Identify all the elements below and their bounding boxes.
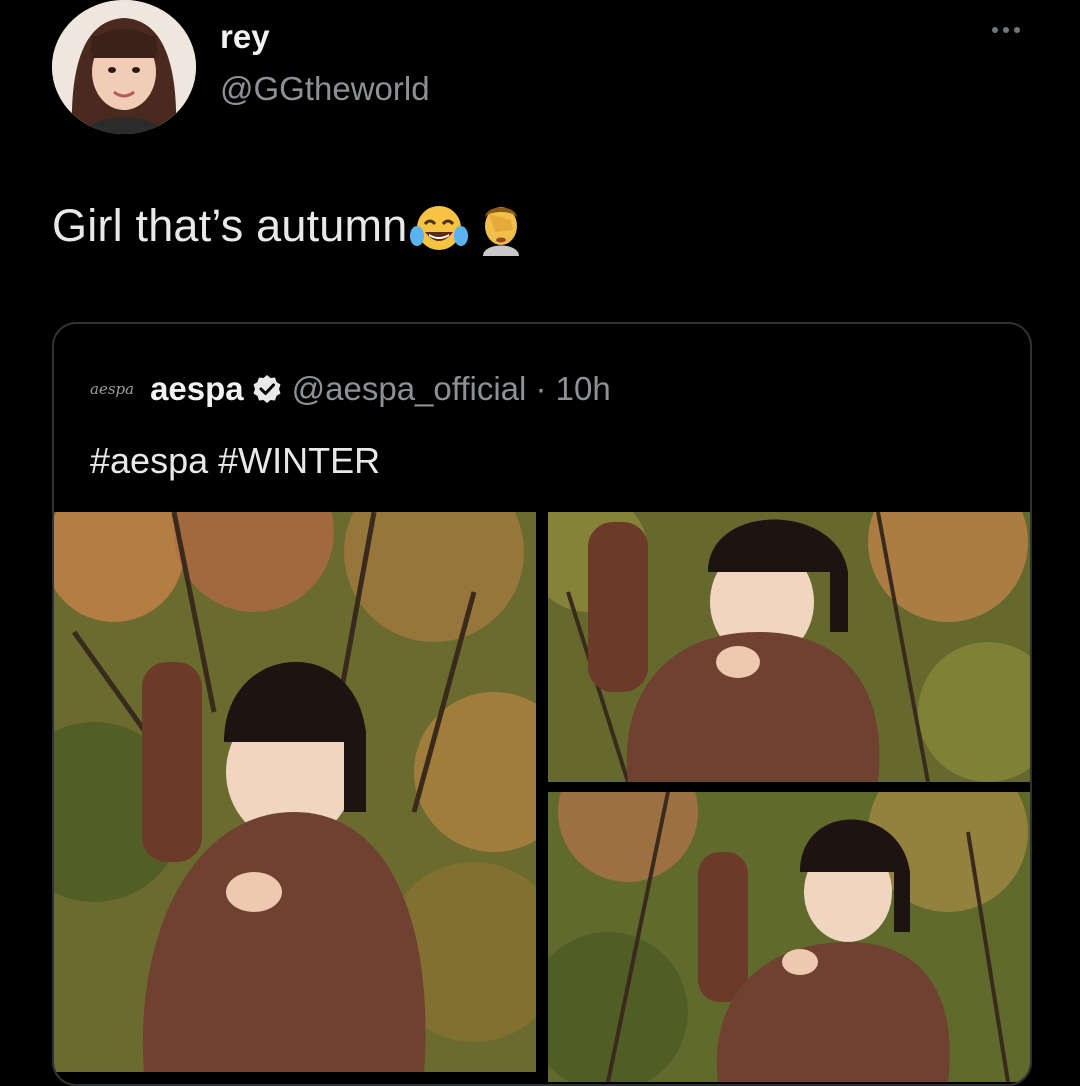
- tweet-text-row: Girl that’s autumn: [52, 196, 531, 256]
- face-with-tears-of-joy-icon: [410, 206, 469, 250]
- photo-2[interactable]: [548, 512, 1030, 782]
- quoted-text[interactable]: #aespa #WINTER: [90, 440, 380, 482]
- quoted-tweet[interactable]: aespa aespa @aespa_official · 10h #aespa…: [52, 322, 1032, 1086]
- quoted-handle-time[interactable]: @aespa_official · 10h: [292, 370, 611, 408]
- photo-1[interactable]: [54, 512, 536, 1072]
- quoted-header: aespa aespa @aespa_official · 10h: [90, 364, 611, 414]
- photo-1-image: [54, 512, 536, 1072]
- quoted-logo: aespa: [90, 380, 135, 398]
- profile-photo: [52, 0, 196, 134]
- photo-2-image: [548, 512, 1030, 782]
- more-options-icon[interactable]: [984, 20, 1028, 40]
- photo-3-image: [548, 792, 1030, 1082]
- person-facepalming-icon: [483, 207, 520, 256]
- author-handle[interactable]: @GGtheworld: [220, 70, 430, 108]
- tweet: rey @GGtheworld Girl that’s autumn aespa…: [0, 0, 1080, 1086]
- author-name[interactable]: rey: [220, 18, 270, 56]
- quoted-author-name[interactable]: aespa: [150, 370, 244, 408]
- tweet-text: Girl that’s autumn: [52, 200, 408, 251]
- verified-badge-icon: [253, 375, 281, 403]
- author-avatar[interactable]: [52, 0, 196, 134]
- photo-3[interactable]: [548, 792, 1030, 1082]
